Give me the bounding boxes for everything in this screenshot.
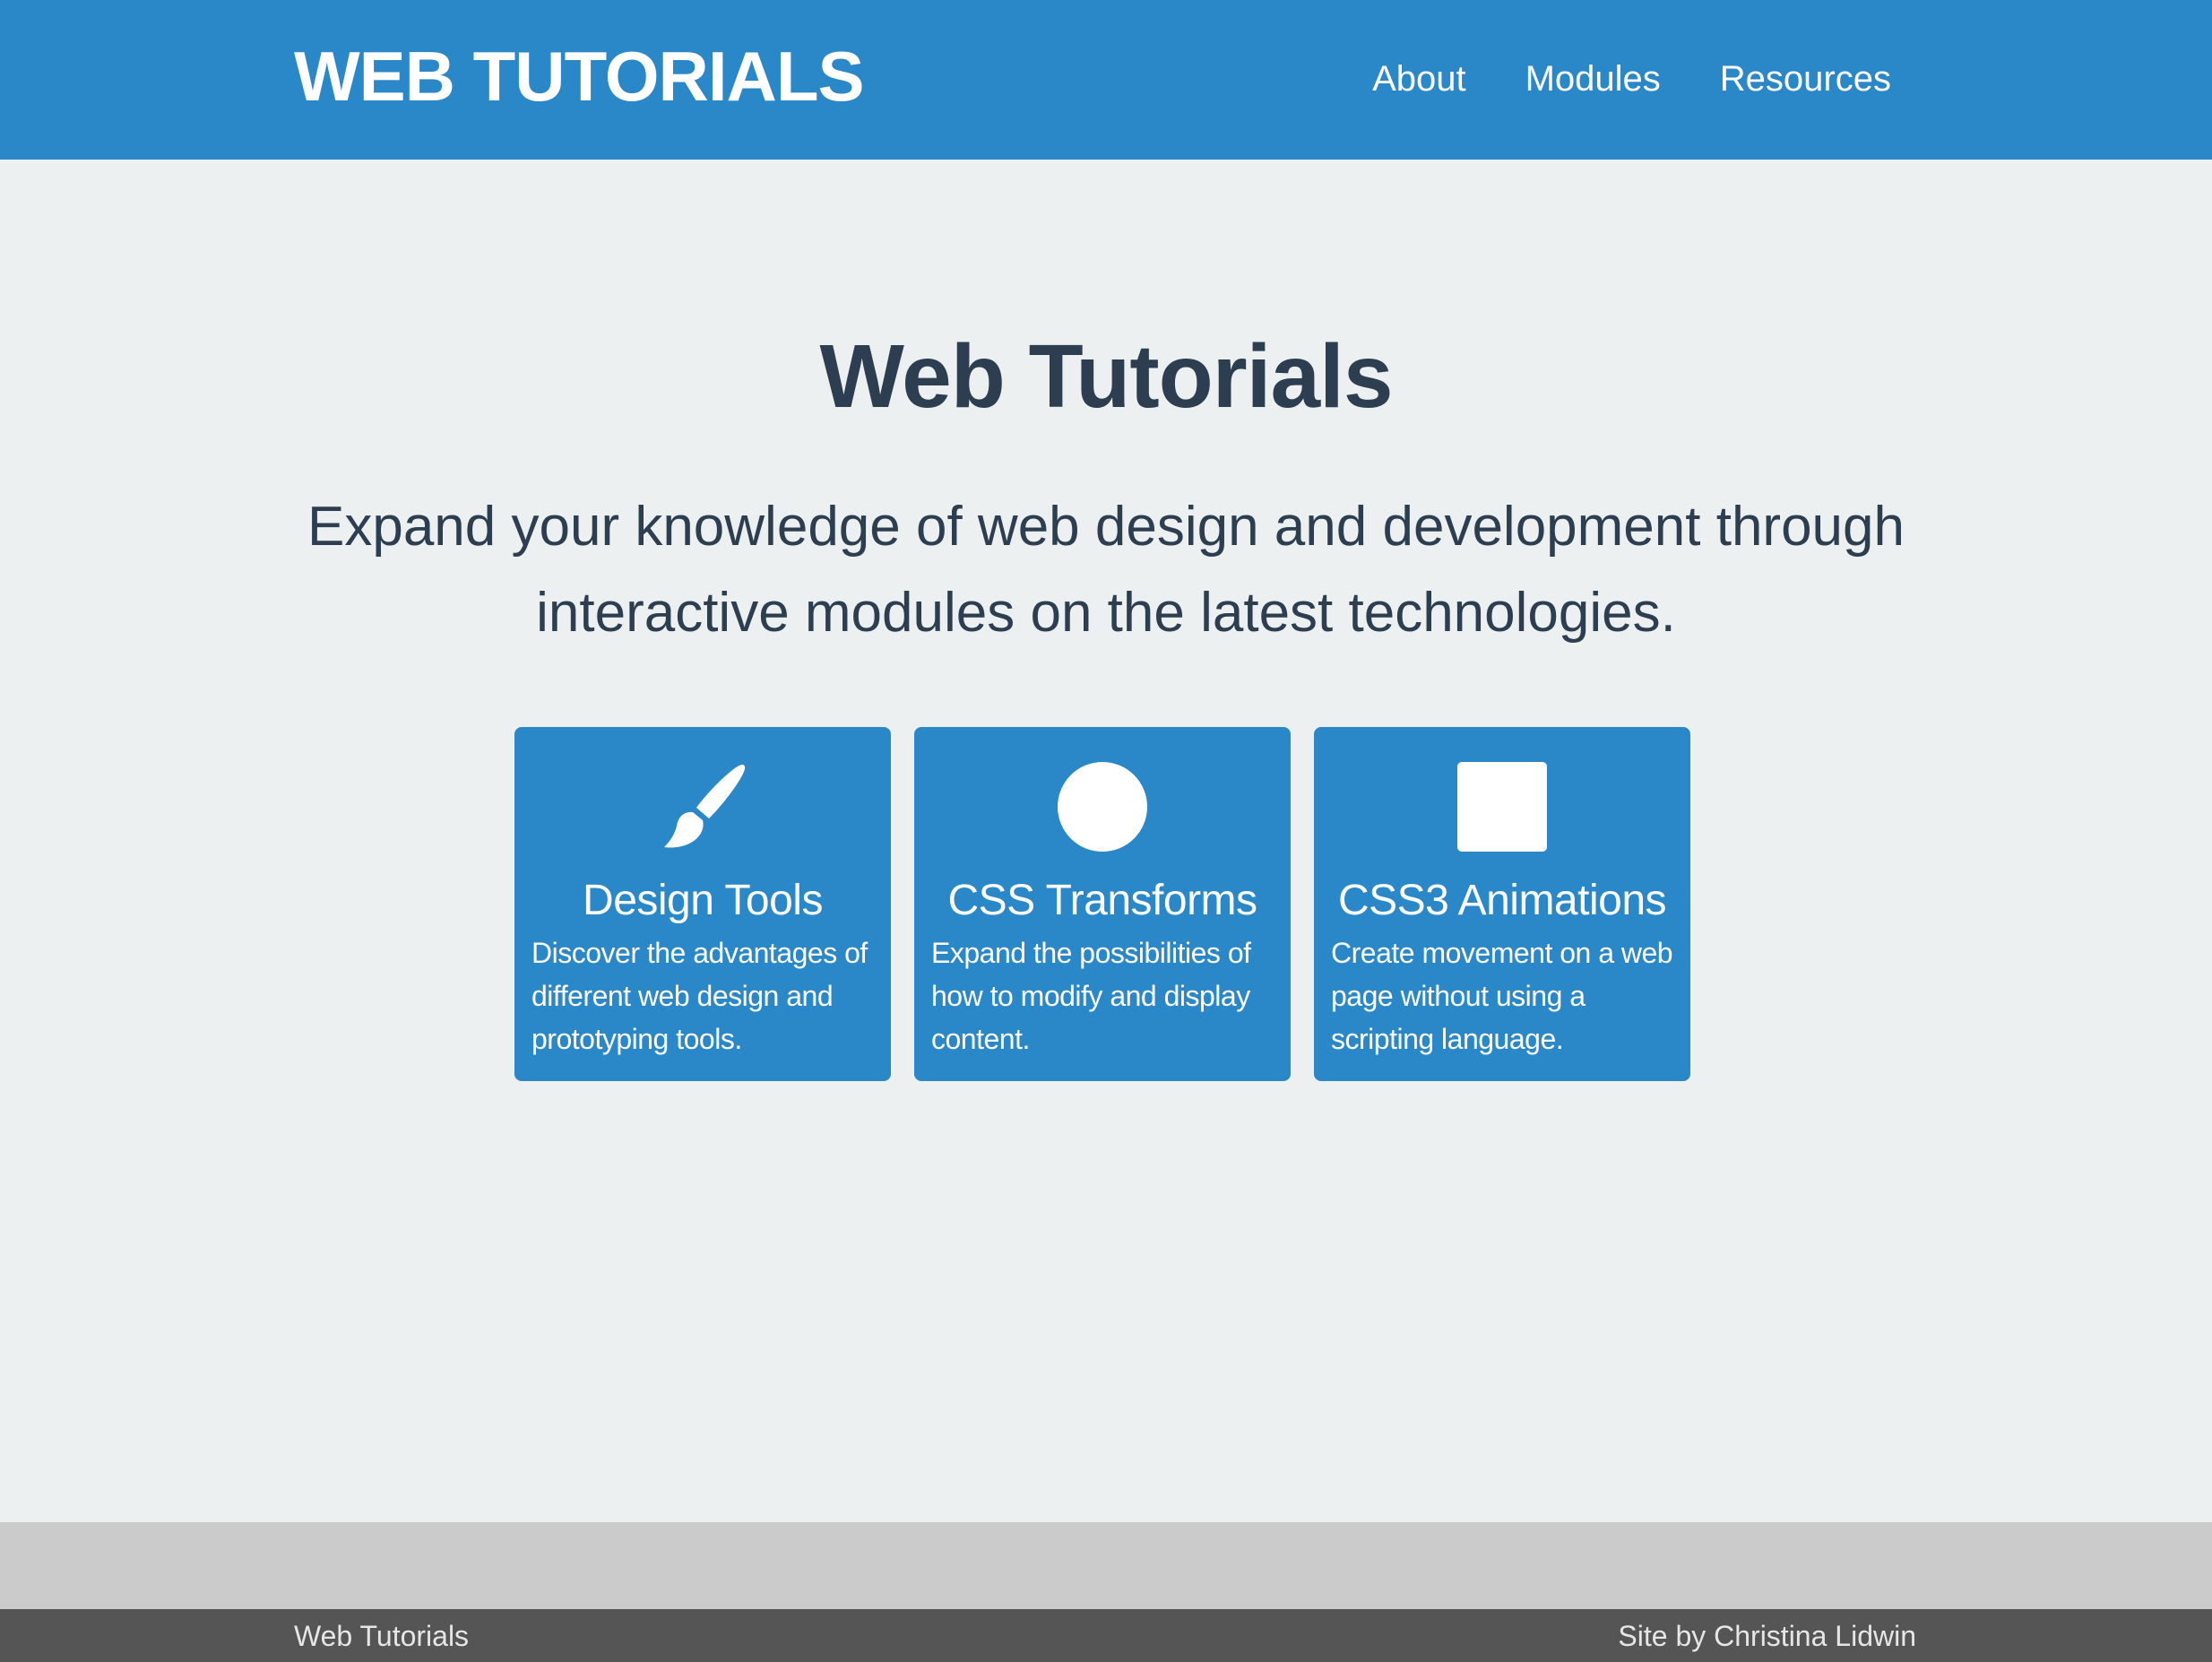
card-title: CSS3 Animations (1337, 877, 1667, 924)
nav-link-modules[interactable]: Modules (1525, 56, 1661, 102)
card-description: Discover the advantages of different web… (531, 937, 868, 1055)
site-title[interactable]: WEB TUTORIALS (294, 34, 865, 118)
paintbrush-icon (657, 761, 748, 853)
hero-title: Web Tutorials (819, 326, 1394, 427)
main-nav: About Modules Resources (1372, 56, 1891, 102)
square-icon (1456, 761, 1548, 853)
module-card-css3-animations[interactable]: CSS3 Animations Create movement on a web… (1314, 727, 1690, 1081)
footer-credit: Site by Christina Lidwin (1618, 1620, 1916, 1652)
footer-band (0, 1522, 2212, 1609)
nav-link-about[interactable]: About (1372, 56, 1466, 102)
circle-icon (1057, 761, 1148, 853)
card-description: Expand the possibilities of how to modif… (931, 937, 1251, 1055)
card-title: Design Tools (583, 877, 823, 924)
module-card-design-tools[interactable]: Design Tools Discover the advantages of … (514, 727, 891, 1081)
footer-site-name: Web Tutorials (294, 1620, 470, 1652)
module-card-css-transforms[interactable]: CSS Transforms Expand the possibilities … (914, 727, 1291, 1081)
module-cards: Design Tools Discover the advantages of … (514, 727, 1690, 1081)
card-description: Create movement on a web page without us… (1331, 937, 1673, 1055)
hero-subtitle: Expand your knowledge of web design and … (307, 496, 1905, 644)
card-title: CSS Transforms (947, 877, 1257, 924)
site-header: WEB TUTORIALS About Modules Resources (0, 0, 2212, 160)
site-footer: Web Tutorials Site by Christina Lidwin (0, 1609, 2212, 1662)
nav-link-resources[interactable]: Resources (1720, 56, 1891, 102)
